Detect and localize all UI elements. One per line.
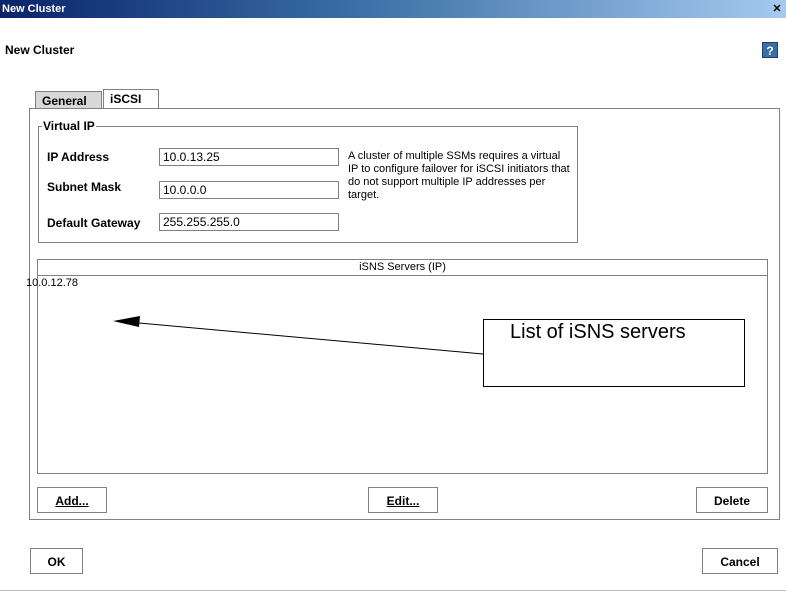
help-icon[interactable]: ? [762, 42, 778, 58]
cancel-button-label: Cancel [720, 555, 760, 569]
subnet-mask-label: Subnet Mask [47, 180, 122, 194]
callout-box: List of iSNS servers [483, 319, 745, 387]
default-gateway-label: Default Gateway [47, 216, 141, 230]
window-bottom-border [0, 590, 786, 591]
window-title: New Cluster [2, 3, 66, 15]
isns-servers-column-header[interactable]: iSNS Servers (IP) [38, 260, 767, 276]
tab-iscsi-label: iSCSI [110, 92, 142, 106]
ip-address-label: IP Address [47, 150, 110, 164]
virtual-ip-help-text: A cluster of multiple SSMs requires a vi… [348, 150, 570, 201]
title-bar[interactable]: New Cluster ✕ [0, 0, 786, 18]
subnet-mask-input[interactable] [159, 181, 339, 199]
tab-general[interactable]: General [35, 91, 102, 108]
virtual-ip-legend: Virtual IP [42, 119, 96, 133]
delete-button[interactable]: Delete [696, 487, 768, 513]
add-button-label: Add... [55, 494, 89, 508]
close-icon[interactable]: ✕ [770, 2, 784, 16]
delete-button-label: Delete [713, 494, 751, 508]
edit-button-label: Edit... [386, 494, 420, 508]
tab-general-label: General [42, 94, 87, 108]
add-button[interactable]: Add... [37, 487, 107, 513]
dialog-heading: New Cluster [5, 43, 75, 57]
cancel-button[interactable]: Cancel [702, 548, 778, 574]
ok-button-label: OK [47, 555, 66, 569]
tab-iscsi[interactable]: iSCSI [103, 89, 159, 108]
new-cluster-window: New Cluster ✕ New Cluster ? General iSCS… [0, 0, 786, 594]
default-gateway-input[interactable] [159, 213, 339, 231]
ip-address-input[interactable] [159, 148, 339, 166]
table-row[interactable]: 10.0.12.78 [26, 277, 78, 289]
ok-button[interactable]: OK [30, 548, 83, 574]
edit-button[interactable]: Edit... [368, 487, 438, 513]
callout-text: List of iSNS servers [510, 321, 686, 343]
